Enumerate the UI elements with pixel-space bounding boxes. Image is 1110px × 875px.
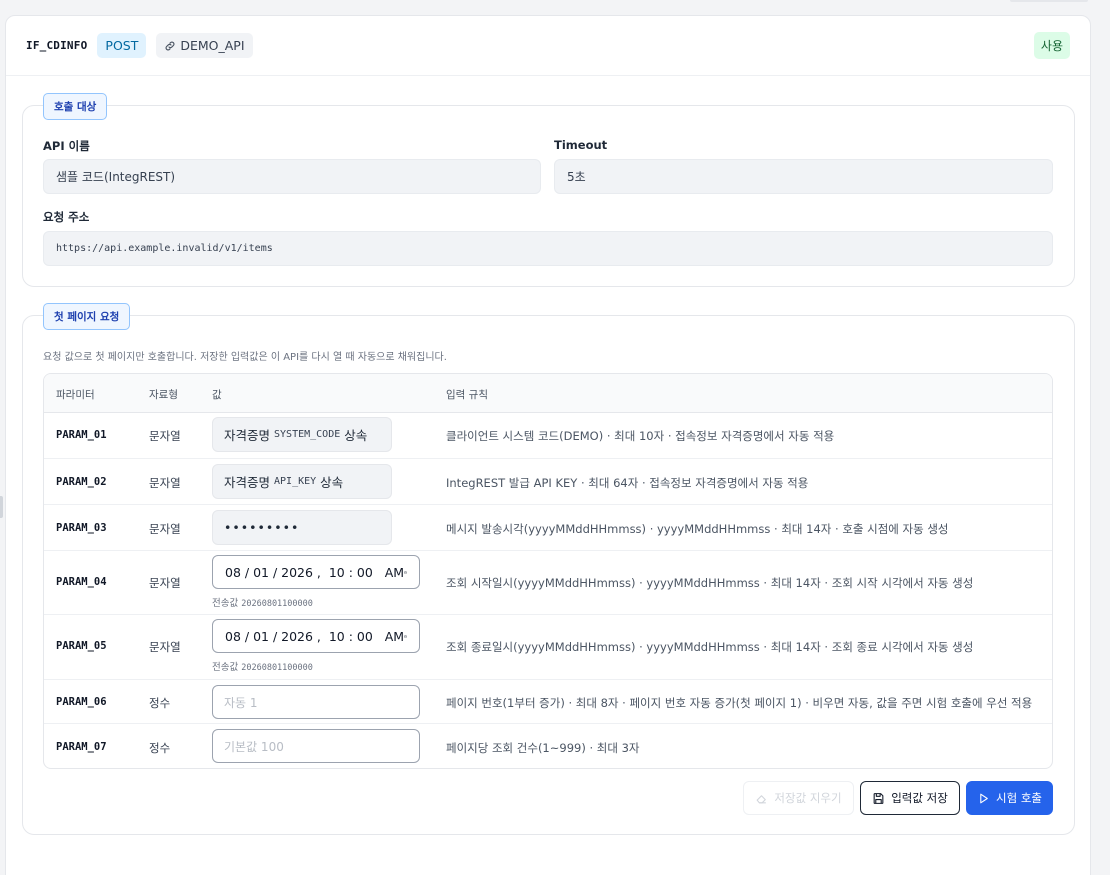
timeout-label: Timeout bbox=[554, 138, 608, 152]
first-page-section: 첫 페이지 요청 요청 값으로 첫 페이지만 호출합니다. 저장한 입력값은 이… bbox=[22, 303, 1075, 835]
value-suffix: 상속 bbox=[320, 475, 344, 490]
param-rule: 페이지당 조회 건수(1~999) · 최대 3자 bbox=[446, 741, 640, 755]
col-value: 값 bbox=[212, 389, 222, 401]
param-rule: 조회 시작일시(yyyyMMddHHmmss) · yyyyMMddHHmmss… bbox=[446, 576, 974, 590]
api-name-value: 샘플 코드(IntegREST) bbox=[56, 170, 176, 184]
table-row: PARAM_03 문자열 ••••••••• 메시지 발송시각(yyyyMMdd… bbox=[44, 505, 1052, 551]
play-icon bbox=[980, 793, 988, 803]
link-icon bbox=[165, 41, 175, 50]
eraser-icon bbox=[757, 794, 767, 803]
api-code-label: DEMO_API bbox=[180, 38, 245, 53]
param-type: 정수 bbox=[149, 696, 171, 710]
table-row: PARAM_06 정수 자동 1 페이지 번호(1부터 증가) · 최대 8자 … bbox=[44, 680, 1052, 724]
save-input-button[interactable]: 입력값 저장 bbox=[860, 781, 960, 815]
masked-value: ••••••••• bbox=[212, 510, 392, 545]
sent-label: 전송값 bbox=[212, 662, 239, 673]
datetime-text: 08 / 01 / 2026 , 10 : 00 AM bbox=[225, 564, 405, 580]
sent-value: 전송값 20260801100000 bbox=[212, 659, 313, 673]
sent-code: 20260801100000 bbox=[241, 663, 313, 673]
param-rule: 클라이언트 시스템 코드(DEMO) · 최대 10자 · 접속정보 자격증명에… bbox=[446, 429, 835, 443]
clear-saved-button[interactable]: 저장값 지우기 bbox=[743, 781, 854, 815]
call-target-tag: 호출 대상 bbox=[43, 93, 108, 120]
api-name-label: API 이름 bbox=[43, 139, 90, 153]
param-type: 문자열 bbox=[149, 576, 181, 590]
api-detail-panel: IF_CDINFO POST DEMO_API 사용 호출 대상 API 이름 … bbox=[5, 15, 1091, 875]
value-prefix: 자격증명 bbox=[224, 475, 271, 490]
method-badge: POST bbox=[97, 33, 147, 58]
value-suffix: 상속 bbox=[344, 428, 368, 443]
left-resize-handle[interactable] bbox=[0, 496, 3, 518]
table-row: PARAM_04 문자열 08 / 01 / 2026 , 10 : 00 AM… bbox=[44, 551, 1052, 615]
api-name-field: 샘플 코드(IntegREST) bbox=[43, 159, 541, 194]
top-scroll-stub bbox=[1010, 0, 1088, 2]
param-name: PARAM_03 bbox=[56, 522, 107, 534]
datetime-text: 08 / 01 / 2026 , 10 : 00 AM bbox=[225, 628, 405, 644]
panel-header: IF_CDINFO POST DEMO_API 사용 bbox=[6, 16, 1090, 76]
param-rule: 페이지 번호(1부터 증가) · 최대 8자 · 페이지 번호 자동 증가(첫 … bbox=[446, 696, 1033, 710]
param-type: 문자열 bbox=[149, 640, 181, 654]
status-badge: 사용 bbox=[1033, 32, 1070, 59]
timeout-value: 5초 bbox=[567, 170, 586, 184]
timeout-field: 5초 bbox=[554, 159, 1053, 194]
param-name: PARAM_05 bbox=[56, 640, 107, 652]
value-code: SYSTEM_CODE bbox=[274, 429, 341, 440]
param-rule: 조회 종료일시(yyyyMMddHHmmss) · yyyyMMddHHmmss… bbox=[446, 640, 974, 654]
param-table: 파라미터 자료형 값 입력 규칙 PARAM_01 문자열 자격증명 SYSTE… bbox=[43, 373, 1053, 769]
table-row: PARAM_07 정수 기본값 100 페이지당 조회 건수(1~999) · … bbox=[44, 724, 1052, 768]
url-field: https://api.example.invalid/v1/items bbox=[43, 231, 1053, 266]
section-hint: 요청 값으로 첫 페이지만 호출합니다. 저장한 입력값은 이 API를 다시 … bbox=[43, 352, 447, 363]
page-number-placeholder: 자동 1 bbox=[224, 695, 258, 710]
table-header: 파라미터 자료형 값 입력 규칙 bbox=[44, 374, 1052, 413]
param-type: 문자열 bbox=[149, 522, 181, 536]
param-name: PARAM_06 bbox=[56, 696, 107, 708]
param-name: PARAM_01 bbox=[56, 429, 107, 441]
table-row: PARAM_01 문자열 자격증명 SYSTEM_CODE 상속 클라이언트 시… bbox=[44, 413, 1052, 459]
call-target-section: 호출 대상 API 이름 샘플 코드(IntegREST) Timeout 5초… bbox=[22, 93, 1075, 287]
table-row: PARAM_02 문자열 자격증명 API_KEY 상속 IntegREST 발… bbox=[44, 459, 1052, 505]
credential-value: 자격증명 API_KEY 상속 bbox=[212, 464, 392, 499]
sent-code: 20260801100000 bbox=[241, 599, 313, 609]
param-type: 정수 bbox=[149, 741, 171, 755]
interface-code: IF_CDINFO bbox=[26, 39, 88, 52]
param-name: PARAM_07 bbox=[56, 741, 107, 753]
end-datetime-input[interactable]: 08 / 01 / 2026 , 10 : 00 AM bbox=[212, 619, 420, 653]
value-code: API_KEY bbox=[274, 476, 317, 487]
col-rule: 입력 규칙 bbox=[446, 389, 488, 401]
first-page-tag: 첫 페이지 요청 bbox=[43, 303, 131, 330]
sent-value: 전송값 20260801100000 bbox=[212, 595, 313, 609]
page-size-placeholder: 기본값 100 bbox=[224, 739, 284, 754]
value-prefix: 자격증명 bbox=[224, 428, 271, 443]
param-type: 문자열 bbox=[149, 476, 181, 490]
param-rule: IntegREST 발급 API KEY · 최대 64자 · 접속정보 자격증… bbox=[446, 476, 809, 490]
param-name: PARAM_04 bbox=[56, 576, 107, 588]
masked-dots: ••••••••• bbox=[224, 520, 300, 535]
credential-value: 자격증명 SYSTEM_CODE 상속 bbox=[212, 417, 392, 452]
calendar-icon[interactable] bbox=[404, 566, 407, 579]
api-code-badge: DEMO_API bbox=[156, 33, 253, 58]
url-value: https://api.example.invalid/v1/items bbox=[56, 243, 273, 254]
save-input-label: 입력값 저장 bbox=[891, 791, 948, 805]
calendar-icon[interactable] bbox=[404, 630, 407, 643]
table-row: PARAM_05 문자열 08 / 01 / 2026 , 10 : 00 AM… bbox=[44, 615, 1052, 680]
test-call-label: 시험 호출 bbox=[996, 791, 1042, 805]
test-call-button[interactable]: 시험 호출 bbox=[966, 781, 1053, 815]
url-label: 요청 주소 bbox=[43, 210, 90, 224]
floppy-disk-icon bbox=[873, 792, 884, 804]
param-type: 문자열 bbox=[149, 429, 181, 443]
page-number-input[interactable]: 자동 1 bbox=[212, 685, 420, 719]
col-type: 자료형 bbox=[149, 389, 178, 401]
clear-saved-label: 저장값 지우기 bbox=[774, 791, 842, 805]
param-name: PARAM_02 bbox=[56, 476, 107, 488]
param-rule: 메시지 발송시각(yyyyMMddHHmmss) · yyyyMMddHHmms… bbox=[446, 522, 949, 536]
col-param: 파라미터 bbox=[56, 389, 95, 401]
page-size-input[interactable]: 기본값 100 bbox=[212, 729, 420, 763]
sent-label: 전송값 bbox=[212, 598, 239, 609]
start-datetime-input[interactable]: 08 / 01 / 2026 , 10 : 00 AM bbox=[212, 555, 420, 589]
